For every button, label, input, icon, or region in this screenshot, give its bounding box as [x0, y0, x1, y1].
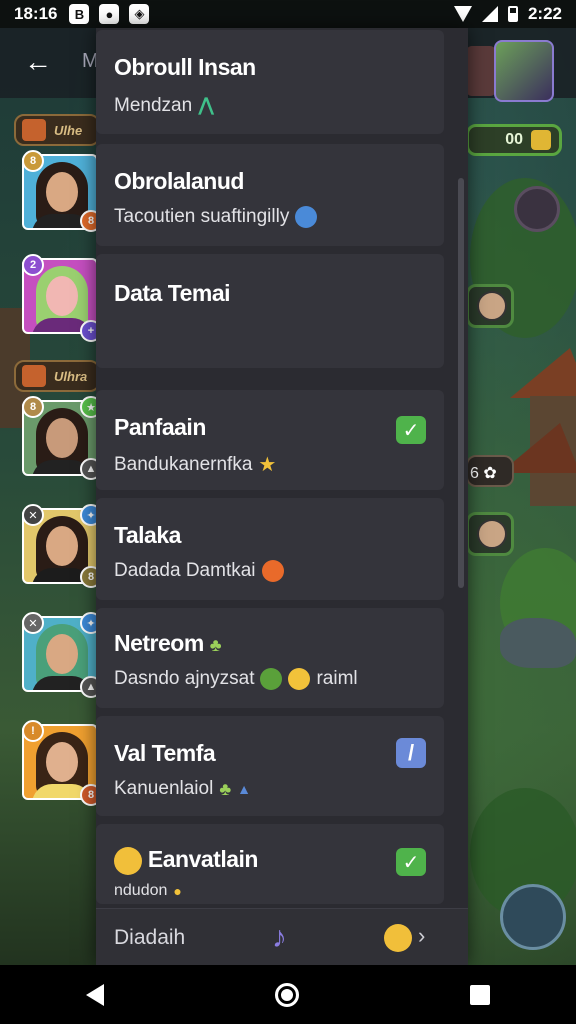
checkbox-checked-icon[interactable]: ✓ [396, 848, 426, 876]
plant-emoji-icon: ♣ [219, 778, 232, 799]
nav-recents-icon[interactable] [470, 984, 491, 1005]
menu-item[interactable]: Talaka Dadada Damtkai [96, 498, 444, 600]
yellow-emoji-icon [288, 668, 311, 690]
pet-button[interactable] [514, 186, 560, 232]
notification-b-icon: B [69, 4, 90, 24]
menu-item-title: Obrolalanud [114, 168, 244, 194]
rank-badge-icon: 8 [22, 150, 44, 172]
menu-item[interactable]: Obroull Insan Mendzan ⋀ [96, 30, 444, 134]
side-character-chip[interactable] [466, 512, 514, 556]
status-time: 18:16 [14, 4, 58, 23]
menu-item-title: Obroull Insan [114, 54, 256, 80]
menu-item[interactable]: Obrolalanud Tacoutien suaftingilly [96, 144, 444, 246]
green-emoji-icon [260, 668, 283, 690]
menu-item-subtitle: ndudon ● [114, 882, 182, 899]
menu-item[interactable]: Panfaain Bandukanernfka ★ ✓ [96, 390, 444, 490]
ingame-avatar[interactable] [494, 40, 554, 102]
menu-item-subtitle: Mendzan ⋀ [114, 94, 215, 117]
signal-icon [481, 6, 498, 22]
side-character-chip[interactable] [466, 284, 514, 328]
rank-badge-icon: ! [22, 720, 44, 742]
smile-emoji-icon [114, 846, 142, 875]
rank-badge-icon: ✕ [22, 612, 44, 634]
notification-shield-icon: ◈ [129, 4, 150, 24]
footer-label: Diadaih [114, 926, 186, 949]
status-right-group: 2:22 [453, 4, 562, 24]
menu-item-title: Talaka [114, 522, 181, 548]
blue-face-emoji-icon [295, 206, 318, 228]
chevron-right-icon[interactable]: › [418, 923, 425, 949]
menu-item[interactable]: Eanvatlain ndudon ● ✓ [96, 824, 444, 904]
roster-label: Ulhe [14, 114, 100, 146]
music-note-icon[interactable]: ♪ [272, 921, 287, 955]
menu-item-subtitle: Bandukanernfka ★ [114, 453, 277, 477]
flag-icon [22, 365, 46, 387]
profile-round-button[interactable] [500, 884, 566, 950]
menu-item-subtitle: Dadada Damtkai [114, 560, 284, 582]
smile-emoji-icon[interactable] [384, 924, 412, 952]
ingame-character-thumb[interactable] [466, 46, 496, 96]
flag-icon [22, 119, 46, 141]
face-emoji-icon [261, 560, 284, 582]
side-count-chip[interactable]: 6 ✿ [466, 455, 514, 487]
menu-item-subtitle: Kanuenlaiol ♣ ▲ [114, 778, 251, 799]
roster-label: Ulhra [14, 360, 100, 392]
status-time-right: 2:22 [527, 4, 562, 23]
star-emoji-icon: ● [173, 883, 182, 899]
menu-item[interactable]: Val Temfa Kanuenlaiol ♣ ▲ / [96, 716, 444, 816]
menu-item-subtitle: Tacoutien suaftingilly [114, 206, 318, 228]
rank-badge-icon: ✕ [22, 504, 44, 526]
character-dropdown-menu: Obroull Insan Mendzan ⋀ Obrolalanud Taco… [96, 28, 468, 965]
nav-back-icon[interactable] [85, 983, 104, 1006]
rank-badge-icon: 2 [22, 254, 44, 276]
coin-icon [531, 130, 551, 150]
rank-badge-icon: 8 [22, 396, 44, 418]
character-roster: Ulhe 8 8 2 + Ulhra 8 ★ ▲ ✕ ✦ 8 ✕ ✦ ▲ ! 8 [0, 100, 102, 965]
battery-icon [507, 6, 518, 22]
menu-item[interactable]: Data Temai [96, 254, 444, 368]
wifi-icon [453, 6, 472, 22]
menu-footer[interactable]: Diadaih ♪ › [96, 908, 468, 965]
status-bar: 18:16 B ● ◈ 2:22 [0, 0, 576, 28]
rock [500, 618, 576, 668]
menu-item-title: Data Temai [114, 280, 231, 306]
hud-currency-count: 00 [505, 131, 523, 148]
notification-messenger-icon: ● [99, 4, 120, 24]
menu-item-subtitle: Dasndo ajnyzsat raiml [114, 668, 358, 690]
checkbox-checked-icon[interactable]: ✓ [396, 416, 426, 444]
hud-currency-pill[interactable]: 00 [466, 124, 562, 156]
back-arrow-icon[interactable]: ← [24, 48, 52, 76]
star-emoji-icon: ★ [258, 454, 277, 476]
menu-item-title: Val Temfa [114, 740, 216, 766]
plant-emoji-icon: ♣ [209, 635, 222, 655]
menu-item-title: Eanvatlain [114, 846, 258, 875]
menu-item[interactable]: Netreom ♣ Dasndo ajnyzsat raiml [96, 608, 444, 708]
nav-home-icon[interactable] [274, 982, 299, 1007]
leaf-icon: ⋀ [198, 95, 215, 116]
side-count-value: 6 [470, 465, 479, 482]
hut-roof [510, 348, 576, 398]
pin-emoji-icon: ▲ [237, 781, 251, 797]
android-nav-bar [0, 965, 576, 1024]
edit-slash-icon[interactable]: / [396, 738, 426, 768]
menu-item-title: Netreom ♣ [114, 630, 222, 656]
menu-item-title: Panfaain [114, 414, 206, 440]
scrollbar[interactable] [458, 178, 464, 588]
